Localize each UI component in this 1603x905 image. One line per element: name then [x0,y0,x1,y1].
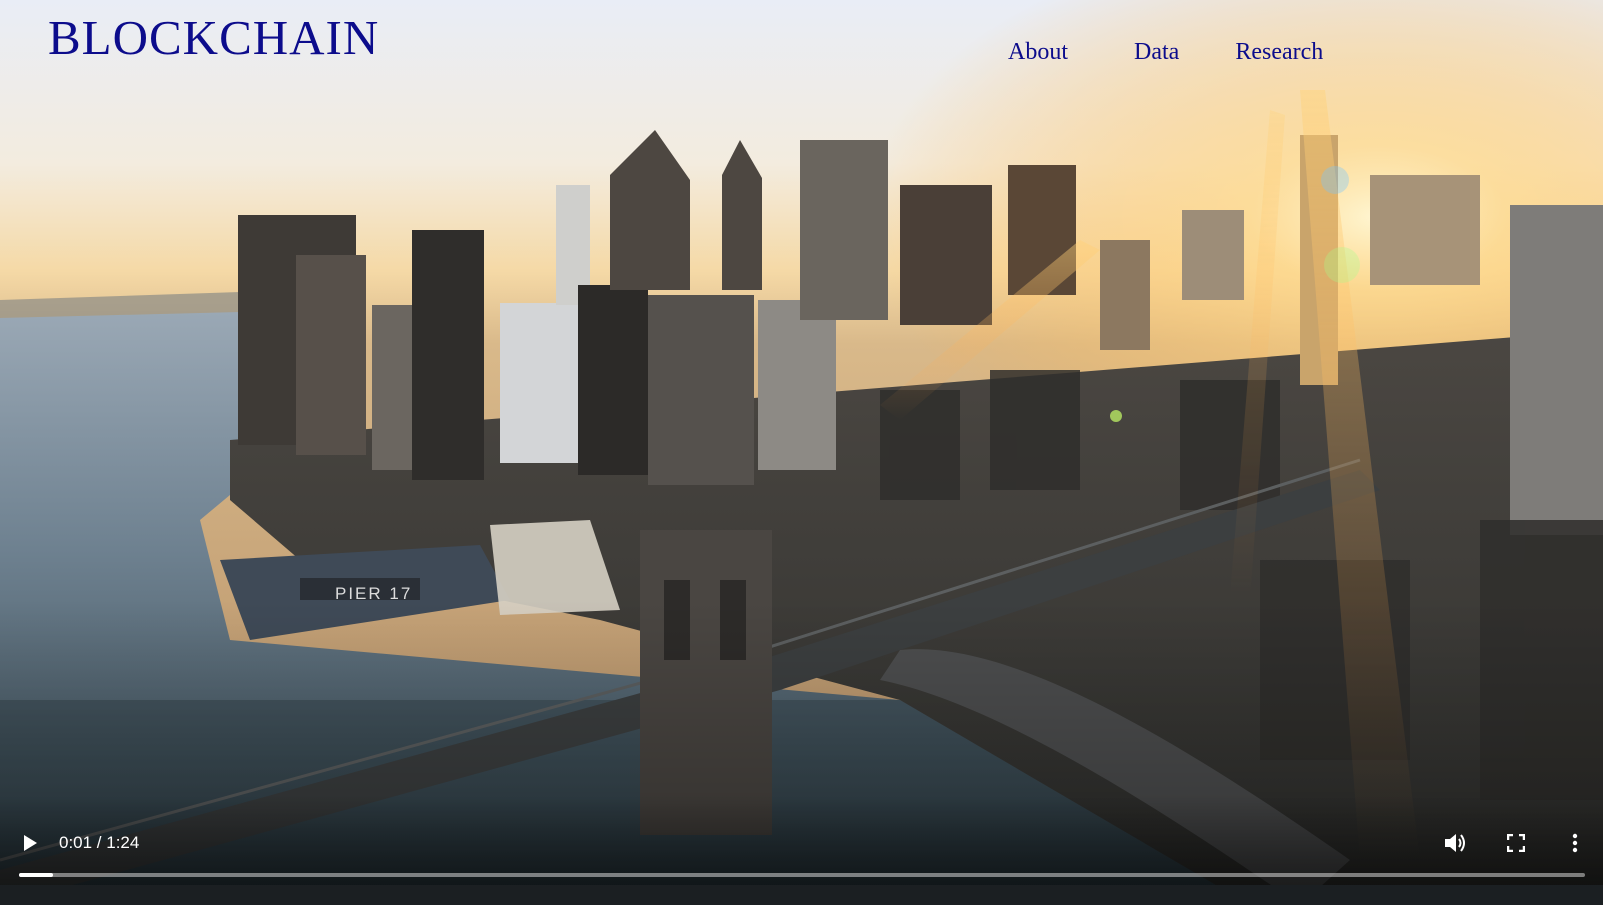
page: PIER 17 BLOCKCHAIN About Data Research 0… [0,0,1603,905]
video-bottom-strip [0,885,1603,905]
video-frame-cityscape: PIER 17 [0,0,1603,905]
play-icon [24,835,37,851]
main-nav: About Data Research [1000,36,1323,68]
nav-link-research[interactable]: Research [1235,36,1323,68]
background-video[interactable]: PIER 17 BLOCKCHAIN About Data Research 0… [0,0,1603,905]
nav-link-about[interactable]: About [1008,36,1068,68]
nav-link-data[interactable]: Data [1134,36,1179,68]
play-button[interactable] [15,828,45,858]
site-logo[interactable]: BLOCKCHAIN [48,8,379,68]
video-time-display: 0:01 / 1:24 [59,833,140,852]
video-progress-fill [19,873,54,877]
fullscreen-icon [1507,834,1525,852]
video-progress-bar[interactable] [19,873,1585,877]
volume-icon [1445,834,1465,852]
more-vertical-icon [1572,833,1578,853]
fullscreen-button[interactable] [1501,828,1531,858]
more-options-button[interactable] [1560,828,1590,858]
volume-button[interactable] [1441,828,1471,858]
